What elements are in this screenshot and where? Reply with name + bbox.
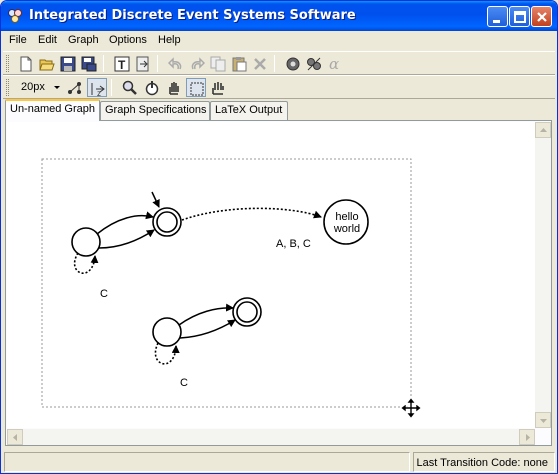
new-file-icon[interactable] — [16, 54, 36, 73]
redo-icon[interactable] — [187, 54, 207, 73]
edge-label-self-loop-2: C — [180, 377, 188, 389]
create-tool-icon[interactable] — [142, 78, 162, 97]
toolbar-grip[interactable] — [6, 79, 9, 96]
scroll-left-button[interactable] — [7, 429, 23, 445]
graph-layout-icon[interactable] — [65, 78, 85, 97]
svg-text:z: z — [97, 89, 101, 97]
graph-panel: hello world A, B, C C C — [5, 120, 552, 446]
horizontal-scrollbar[interactable] — [7, 429, 535, 445]
status-panel-transition: Last Transition Code: none — [413, 452, 555, 472]
chevron-down-icon — [53, 82, 61, 95]
app-window: Integrated Discrete Event Systems Softwa… — [0, 0, 558, 474]
menu-help[interactable]: Help — [158, 34, 181, 46]
toolbar-separator — [157, 55, 158, 72]
save-icon[interactable] — [58, 54, 78, 73]
maximize-button[interactable] — [509, 6, 530, 27]
alpha-icon[interactable]: α — [325, 54, 345, 73]
alpha-glyph: α — [329, 56, 339, 72]
state-node[interactable] — [71, 227, 101, 257]
title-bar[interactable]: Integrated Discrete Event Systems Softwa… — [1, 1, 557, 31]
transition-edge[interactable] — [96, 211, 154, 235]
text-tool-icon[interactable]: T — [112, 54, 132, 73]
state-node[interactable] — [152, 317, 182, 347]
tab-label: Graph Specifications — [105, 104, 207, 116]
menu-edit[interactable]: Edit — [38, 34, 57, 46]
toolbar-separator — [111, 79, 112, 96]
zoom-tool-icon[interactable] — [120, 78, 140, 97]
toolbar-separator — [274, 55, 275, 72]
save-all-icon[interactable] — [79, 54, 99, 73]
graph-drawing — [41, 158, 422, 419]
transition-edge[interactable] — [178, 303, 234, 326]
tab-strip: Un-named Graph Graph Specifications LaTe… — [5, 99, 555, 121]
toolbar-separator — [103, 55, 104, 72]
initial-arrow[interactable] — [151, 191, 160, 208]
hand-tool-icon[interactable] — [164, 78, 184, 97]
status-bar: Last Transition Code: none — [1, 449, 557, 473]
tab-label: LaTeX Output — [215, 104, 283, 116]
toolbar-grip[interactable] — [6, 55, 9, 72]
scroll-down-button[interactable] — [535, 412, 551, 428]
window-title: Integrated Discrete Event Systems Softwa… — [29, 8, 356, 23]
undo-icon[interactable] — [166, 54, 186, 73]
tab-label: Un-named Graph — [10, 103, 95, 115]
minimize-button[interactable] — [487, 6, 508, 27]
state-label-line2: world — [333, 223, 361, 235]
align-tool-icon[interactable]: z — [87, 78, 107, 97]
tab-un-named-graph[interactable]: Un-named Graph — [5, 99, 100, 121]
edge-label-self-loop-1: C — [100, 288, 108, 300]
scroll-up-button[interactable] — [535, 122, 551, 138]
ides-tools-icon[interactable] — [304, 54, 324, 73]
copy-icon[interactable] — [208, 54, 228, 73]
menu-options[interactable]: Options — [109, 34, 147, 46]
menu-graph[interactable]: Graph — [68, 34, 99, 46]
selection-box[interactable] — [41, 158, 412, 408]
graph-toolbar: 20px z — [3, 75, 555, 99]
tab-graph-specifications[interactable]: Graph Specifications — [100, 101, 210, 120]
scroll-right-button[interactable] — [519, 429, 535, 445]
menu-file[interactable]: File — [9, 34, 27, 46]
transition-edge[interactable] — [98, 229, 155, 249]
tab-latex-output[interactable]: LaTeX Output — [210, 101, 288, 120]
close-button[interactable] — [531, 6, 552, 27]
select-tool-icon[interactable] — [186, 78, 206, 97]
zoom-select[interactable]: 20px — [17, 79, 63, 97]
vertical-scrollbar[interactable] — [535, 122, 551, 428]
menu-bar: File Edit Graph Options Help — [1, 31, 557, 50]
export-icon[interactable] — [133, 54, 153, 73]
last-transition-value: none — [523, 457, 548, 469]
open-folder-icon[interactable] — [37, 54, 57, 73]
ides-app-icon[interactable] — [7, 8, 23, 24]
edge-label-main: A, B, C — [276, 238, 311, 250]
operations-icon[interactable] — [283, 54, 303, 73]
move-cursor-icon — [400, 397, 422, 419]
transition-edge[interactable] — [179, 319, 236, 339]
delete-icon[interactable] — [250, 54, 270, 73]
main-toolbar: T α — [3, 51, 555, 75]
graph-canvas[interactable]: hello world A, B, C C C — [7, 122, 535, 428]
last-transition-label: Last Transition Code: — [416, 457, 521, 469]
zoom-value: 20px — [21, 81, 45, 93]
transition-edge-dotted[interactable] — [181, 207, 322, 221]
state-label-line1: hello — [335, 211, 359, 223]
status-panel-empty — [4, 452, 410, 472]
paste-icon[interactable] — [229, 54, 249, 73]
svg-text:T: T — [118, 58, 126, 72]
move-tool-icon[interactable] — [208, 78, 228, 97]
last-transition-status: Last Transition Code: none — [417, 457, 549, 469]
